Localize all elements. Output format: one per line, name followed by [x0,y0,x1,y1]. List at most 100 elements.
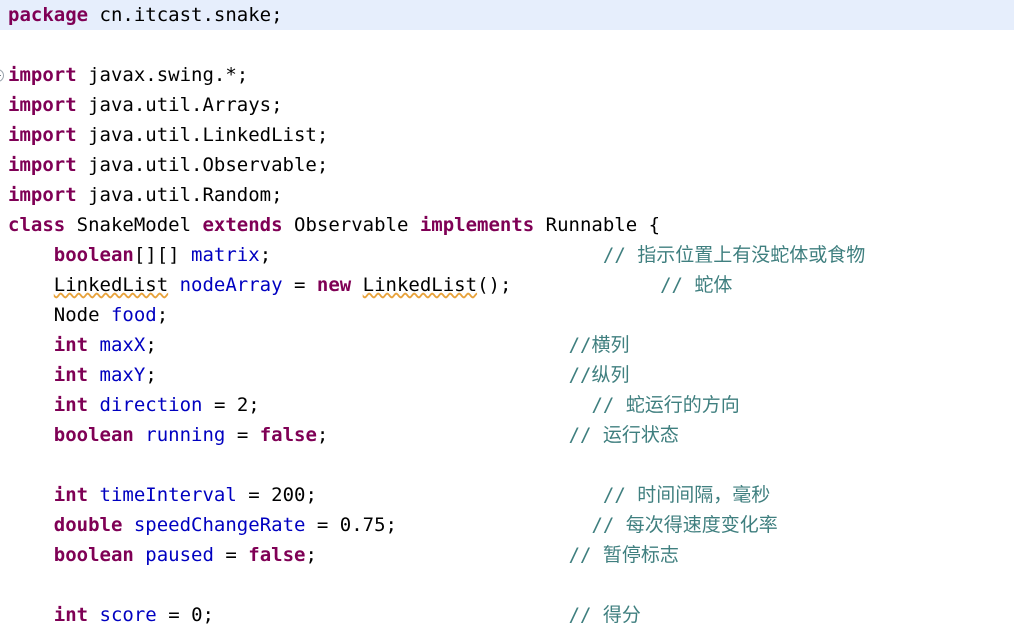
code-token-cmt: //纵列 [568,364,630,386]
code-token-plain: cn.itcast.snake; [88,4,283,26]
code-line[interactable]: class SnakeModel extends Observable impl… [0,210,1014,240]
code-token-fld: timeInterval [99,484,237,506]
code-token-plain: Runnable { [534,214,661,236]
code-line[interactable]: import javax.swing.*; [0,60,1014,90]
code-token-kw: new [316,274,352,296]
code-token-kw: double [53,514,123,536]
collapse-minus-circle-icon[interactable] [0,69,4,82]
code-token-fld: speedChangeRate [133,514,306,536]
code-line[interactable]: boolean paused = false; // 暂停标志 [0,540,1014,570]
code-token-plain: Observable [282,214,420,236]
code-token-plain: = [213,544,249,566]
code-line[interactable]: int maxX; //横列 [0,330,1014,360]
code-line[interactable]: package cn.itcast.snake; [0,0,1014,30]
code-token-plain: = [282,274,317,296]
code-token-num: 0.75 [339,514,386,536]
code-token-cmt: // 指示位置上有没蛇体或食物 [602,244,866,266]
code-token-cmt: // 运行状态 [568,424,679,446]
code-line[interactable] [0,30,1014,60]
code-token-plain: = [305,514,340,536]
code-line[interactable] [0,570,1014,600]
code-token-kw: import [8,94,77,116]
code-line[interactable]: Node food; [0,300,1014,330]
code-line[interactable]: int direction = 2; // 蛇运行的方向 [0,390,1014,420]
code-token-cmt: // 蛇体 [660,274,733,296]
code-token-kw: boolean [53,424,134,446]
code-token-plain: SnakeModel [65,214,203,236]
code-line[interactable]: import java.util.Observable; [0,150,1014,180]
code-line[interactable] [0,450,1014,480]
code-line[interactable]: double speedChangeRate = 0.75; // 每次得速度变… [0,510,1014,540]
code-token-plain: ; [156,304,169,326]
code-token-plain: (); [477,274,512,296]
code-token-fld: score [99,604,157,626]
code-token-plain: java.util.Random; [76,184,283,206]
code-token-plain: ; [145,334,157,356]
code-token-kw: int [53,394,89,416]
code-token-fld: food [110,304,157,326]
code-line[interactable]: int maxY; //纵列 [0,360,1014,390]
code-token-num: 0 [191,604,203,626]
code-line[interactable]: LinkedList nodeArray = new LinkedList();… [0,270,1014,300]
code-line[interactable]: import java.util.Random; [0,180,1014,210]
code-token-fld: maxY [99,364,146,386]
code-token-warn: LinkedList [53,274,169,296]
code-token-kw: extends [202,214,283,236]
code-token-plain: ; [385,514,397,536]
code-token-plain: javax.swing.*; [76,64,249,86]
code-token-plain: ; [202,604,214,626]
code-line[interactable]: boolean[][] matrix; // 指示位置上有没蛇体或食物 [0,240,1014,270]
code-token-kw: false [248,544,306,566]
code-token-plain: = [225,424,260,446]
code-token-cmt: // 得分 [568,604,641,626]
code-token-kw: package [8,4,89,26]
code-token-kw: int [53,604,89,626]
code-line[interactable]: int score = 0; // 得分 [0,600,1014,628]
code-editor[interactable]: package cn.itcast.snake; import javax.sw… [0,0,1014,628]
code-token-plain: = [202,394,237,416]
code-line[interactable]: import java.util.LinkedList; [0,120,1014,150]
code-line[interactable]: boolean running = false; // 运行状态 [0,420,1014,450]
code-token-kw: import [8,64,77,86]
code-token-plain: java.util.Observable; [76,154,329,176]
code-token-plain: [][] [133,244,192,266]
code-token-plain: java.util.Arrays; [76,94,283,116]
code-token-fld: matrix [191,244,260,266]
code-token-plain: = [156,604,192,626]
code-token-plain: ; [305,544,317,566]
code-text-area[interactable]: package cn.itcast.snake; import javax.sw… [0,0,1014,628]
code-token-cmt: //横列 [568,334,630,356]
code-token-kw: int [53,484,89,506]
code-token-kw: class [8,214,66,236]
code-token-plain: = [236,484,272,506]
code-line[interactable]: int timeInterval = 200; // 时间间隔，毫秒 [0,480,1014,510]
code-token-kw: import [8,154,77,176]
code-token-plain: Node [8,304,111,326]
code-line[interactable]: import java.util.Arrays; [0,90,1014,120]
code-token-kw: import [8,124,77,146]
code-token-cmt: // 时间间隔，毫秒 [602,484,771,506]
code-token-kw: boolean [53,244,134,266]
code-token-plain: ; [316,424,329,446]
code-token-plain: ; [248,394,260,416]
code-token-num: 200 [271,484,306,506]
